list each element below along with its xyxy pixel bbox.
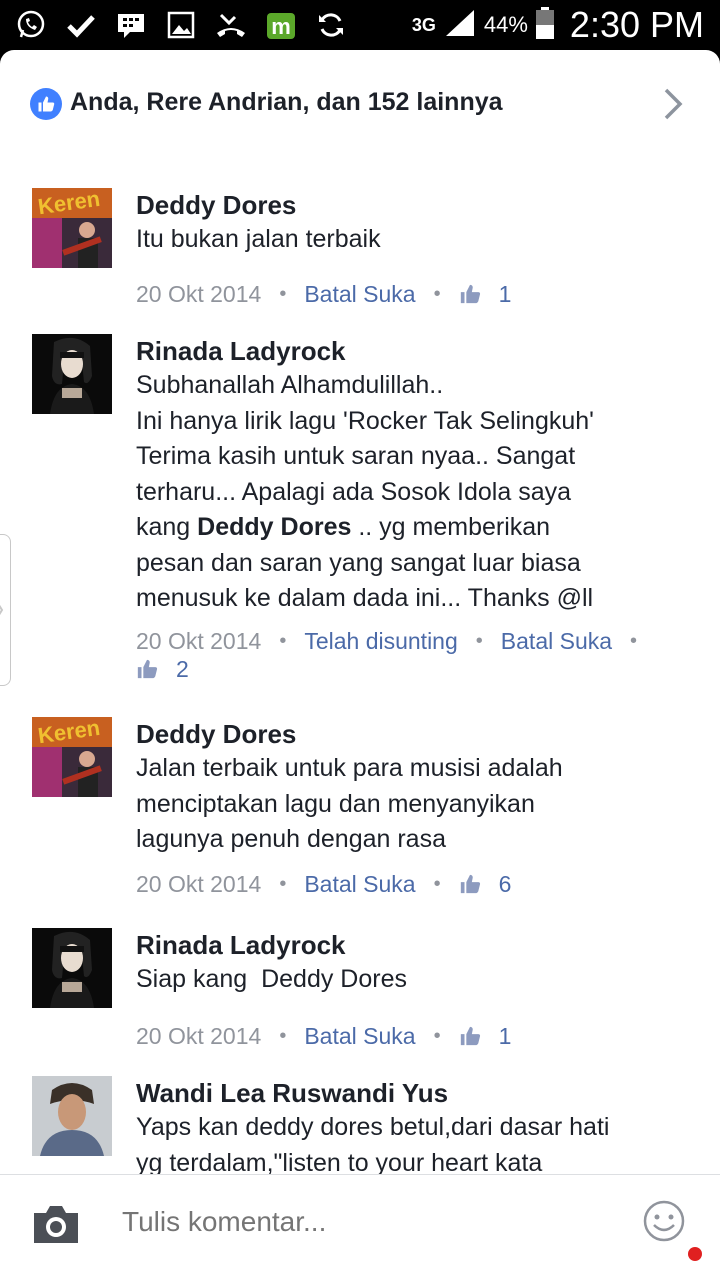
avatar[interactable] [32, 928, 112, 1008]
separator-dot: • [475, 629, 483, 652]
comment-author[interactable]: Wandi Lea Ruswandi Yus [136, 1076, 696, 1110]
avatar[interactable]: Keren [32, 188, 112, 268]
thumbs-up-icon [460, 1026, 480, 1045]
like-count[interactable]: 1 [459, 280, 511, 308]
avatar[interactable] [32, 334, 112, 414]
image-icon [164, 8, 198, 42]
thumbs-up-icon [460, 284, 480, 303]
whatsapp-icon [14, 8, 48, 42]
thumbs-up-icon [460, 874, 480, 893]
camera-icon[interactable] [30, 1203, 82, 1245]
separator-dot: • [630, 629, 638, 652]
mention-link[interactable]: Deddy Dores [197, 513, 351, 541]
comment-text: Itu bukan jalan terbaik [136, 225, 381, 253]
comment-date: 20 Okt 2014 [136, 870, 262, 897]
comment-meta: 20 Okt 2014 • Telah disunting • Batal Su… [136, 627, 696, 683]
avatar[interactable]: Keren [32, 717, 112, 797]
comment-author[interactable]: Deddy Dores [136, 188, 696, 222]
separator-dot: • [433, 282, 441, 305]
sync-icon [314, 8, 348, 42]
comment-composer [0, 1174, 720, 1280]
chevron-right-icon[interactable] [662, 86, 684, 122]
network-type: 3G [411, 15, 436, 35]
thumbs-up-icon [137, 659, 158, 678]
comment-text: Yaps kan deddy dores betul,dari dasar ha… [136, 1113, 610, 1177]
comment-date: 20 Okt 2014 [136, 627, 262, 654]
comment-text: Jalan terbaik untuk para musisi adalah m… [136, 754, 563, 853]
comment-meta: 20 Okt 2014 • Batal Suka • 6 [136, 870, 696, 898]
comments-sheet: Anda, Rere Andrian, dan 152 lainnya Kere… [0, 50, 720, 1280]
battery-level: 44% [483, 12, 528, 37]
notification-dot [688, 1247, 702, 1261]
likes-summary-bar[interactable]: Anda, Rere Andrian, dan 152 lainnya [0, 50, 720, 160]
svg-text:m: m [271, 14, 291, 39]
separator-dot: • [279, 282, 287, 305]
like-badge-icon [30, 88, 62, 120]
edited-label[interactable]: Telah disunting [304, 627, 457, 655]
unlike-button[interactable]: Batal Suka [304, 870, 415, 898]
comment-author[interactable]: Rinada Ladyrock [136, 334, 696, 368]
unlike-button[interactable]: Batal Suka [501, 627, 612, 655]
comment-date: 20 Okt 2014 [136, 1022, 262, 1049]
comment-text: Subhanallah Alhamdulillah.. Ini hanya li… [136, 371, 594, 612]
likes-summary-text: Anda, Rere Andrian, dan 152 lainnya [70, 88, 503, 116]
comment-date: 20 Okt 2014 [136, 280, 262, 307]
bbm-icon [114, 8, 148, 42]
comment-meta: 20 Okt 2014 • Batal Suka • 1 [136, 280, 696, 308]
status-bar: m 3G 44% 2:30 PM [0, 0, 720, 50]
battery-icon [535, 6, 554, 44]
comment-author[interactable]: Rinada Ladyrock [136, 928, 696, 962]
separator-dot: • [279, 1024, 287, 1047]
like-count[interactable]: 6 [459, 870, 511, 898]
comment-author[interactable]: Deddy Dores [136, 717, 696, 751]
comment-meta: 20 Okt 2014 • Batal Suka • 1 [136, 1022, 696, 1050]
separator-dot: • [279, 872, 287, 895]
avatar[interactable] [32, 1076, 112, 1156]
comment-input[interactable] [120, 1205, 604, 1239]
comment-text: Siap kang Deddy Dores [136, 965, 407, 993]
chevron-right-icon [0, 604, 4, 616]
separator-dot: • [279, 629, 287, 652]
check-icon [64, 8, 98, 42]
separator-dot: • [433, 1024, 441, 1047]
signal-icon [444, 8, 476, 43]
mobile-app-icon: m [264, 8, 298, 42]
like-count[interactable]: 2 [136, 655, 189, 683]
unlike-button[interactable]: Batal Suka [304, 1022, 415, 1050]
smiley-icon[interactable] [642, 1199, 686, 1243]
separator-dot: • [433, 872, 441, 895]
edge-panel-handle[interactable] [0, 534, 11, 686]
unlike-button[interactable]: Batal Suka [304, 280, 415, 308]
missed-call-icon [214, 8, 248, 42]
clock: 2:30 PM [569, 4, 704, 45]
like-count[interactable]: 1 [459, 1022, 511, 1050]
